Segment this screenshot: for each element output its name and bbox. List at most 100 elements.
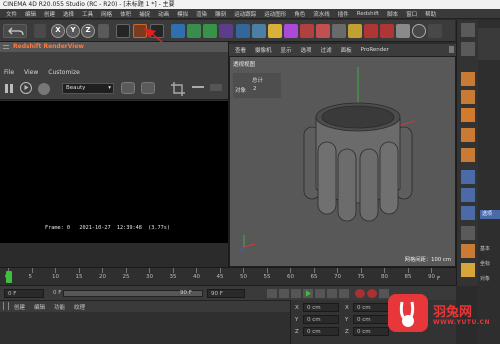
playhead[interactable] [6,271,12,283]
menu-item[interactable]: 雕刻 [211,10,230,18]
redshift-camera-button[interactable] [300,24,314,38]
viewport-3d[interactable]: 透视视图 总计 对象 2 网格间距：100 cm [229,56,456,267]
floor-button[interactable] [236,24,250,38]
menu-item[interactable]: 插件 [334,10,353,18]
palette-tool-1[interactable] [461,23,475,37]
viewport-menu-filter[interactable]: 过滤 [321,46,332,54]
sun-button[interactable] [348,24,362,38]
record-button[interactable] [355,289,365,298]
palette-tool-7[interactable] [461,148,475,162]
coordinate-system-button[interactable] [98,24,109,38]
prev-frame-button[interactable] [291,289,301,298]
axis-y-lock-button[interactable]: Y [66,24,80,38]
menu-item[interactable]: 角色 [290,10,309,18]
material-menu-create[interactable]: 创建 [14,303,25,311]
viewport-menu-panel[interactable]: 面板 [341,46,352,54]
axis-z-lock-button[interactable]: Z [81,24,95,38]
palette-tool-9[interactable] [461,188,475,202]
menu-item[interactable]: 运动图形 [260,10,290,18]
menu-item[interactable]: Redshift [353,11,383,17]
crop-region-icon[interactable] [170,81,186,97]
redshift-object-button[interactable] [316,24,330,38]
rs-material-button[interactable] [396,24,410,38]
minus-icon[interactable] [192,86,204,88]
menu-item[interactable]: 窗口 [402,10,421,18]
coord-z-position[interactable]: 0 cm [303,327,339,336]
rgb-button[interactable] [121,82,135,94]
menu-item[interactable]: 帮助 [421,10,440,18]
viewport-menu-display[interactable]: 显示 [281,46,292,54]
material-menu-texture[interactable]: 纹理 [74,303,85,311]
palette-tool-8[interactable] [461,170,475,184]
next-frame-button[interactable] [315,289,325,298]
palette-tool-13[interactable] [461,263,475,277]
menu-item[interactable]: 体积 [116,10,135,18]
goto-start-button[interactable] [267,289,277,298]
light-button[interactable] [268,24,282,38]
coord-z-size[interactable]: 0 cm [353,327,389,336]
coord-x-size[interactable]: 0 cm [353,303,389,312]
render-view-button[interactable] [116,24,130,38]
material-menu-edit[interactable]: 编辑 [34,303,45,311]
panel-tab-options[interactable]: 选项 [480,210,500,219]
menu-item[interactable]: 脚本 [383,10,402,18]
camera-button[interactable] [252,24,266,38]
end-frame-field[interactable]: 90 F [207,289,245,298]
rs-ipr-button[interactable] [428,24,442,38]
renderview-menu-customize[interactable]: Customize [48,69,80,76]
axis-x-lock-button[interactable]: X [51,24,65,38]
redshift-env-button[interactable] [332,24,346,38]
move-tool-button[interactable] [34,24,46,38]
coord-y-position[interactable]: 0 cm [303,315,339,324]
menu-item[interactable]: 模拟 [173,10,192,18]
palette-tool-6[interactable] [461,128,475,142]
material-menu-function[interactable]: 功能 [54,303,65,311]
palette-tool-12[interactable] [461,244,475,258]
rs-dome-button[interactable] [412,24,426,38]
coord-y-size[interactable]: 0 cm [353,315,389,324]
menu-item[interactable]: 工具 [78,10,97,18]
redshift-light-button[interactable] [284,24,298,38]
start-frame-field[interactable]: 0 F [50,289,62,298]
menu-item[interactable]: 选择 [59,10,78,18]
autokey-button[interactable] [367,289,377,298]
menu-item[interactable]: 创建 [40,10,59,18]
renderview-menu-view[interactable]: View [24,69,38,76]
rs-proxy-button[interactable] [364,24,378,38]
menu-item[interactable]: 文件 [2,10,21,18]
renderview-menu-file[interactable]: File [4,69,14,76]
palette-tool-5[interactable] [461,108,475,122]
lock-button[interactable] [141,82,155,94]
viewport-menu-camera[interactable]: 摄像机 [255,46,272,54]
play-button[interactable] [303,289,313,298]
panel-grip-icon[interactable] [3,302,9,310]
palette-tool-10[interactable] [461,206,475,220]
next-key-button[interactable] [327,289,337,298]
renderview-settings-button[interactable] [210,84,222,91]
panel-grip-icon[interactable] [3,45,9,49]
viewport-menu-prorender[interactable]: ProRender [361,47,389,53]
viewport-menu-options[interactable]: 选项 [301,46,312,54]
gear-model[interactable] [303,102,413,222]
undo-button[interactable] [3,24,27,38]
aov-select[interactable]: Beauty ▾ [62,83,114,94]
current-frame-field[interactable]: 0 F [4,289,44,298]
palette-tool-11[interactable] [461,226,475,240]
prev-key-button[interactable] [279,289,289,298]
palette-tool-3[interactable] [461,72,475,86]
palette-tool-4[interactable] [461,90,475,104]
viewport-menu-view[interactable]: 查看 [235,46,246,54]
menu-item[interactable]: 捕捉 [135,10,154,18]
menu-item[interactable]: 运动跟踪 [230,10,260,18]
render-stop-button[interactable] [38,83,50,95]
render-start-button[interactable] [20,82,32,94]
menu-item[interactable]: 动画 [154,10,173,18]
menu-item[interactable]: 渲染 [192,10,211,18]
palette-tool-2[interactable] [461,42,475,56]
menu-item[interactable]: 网格 [97,10,116,18]
rs-volume-button[interactable] [380,24,394,38]
coord-x-position[interactable]: 0 cm [303,303,339,312]
menu-item[interactable]: 编辑 [21,10,40,18]
viewport-layout-icon[interactable] [449,46,454,53]
render-pause-icon[interactable] [4,83,14,94]
